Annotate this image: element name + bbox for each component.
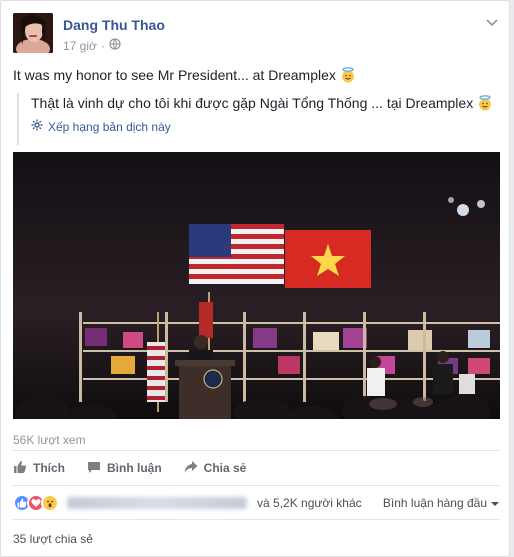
dot-separator: · <box>100 38 105 53</box>
reaction-icons[interactable] <box>13 494 59 512</box>
post-text-content: It was my honor to see Mr President... a… <box>13 67 336 83</box>
share-count-label: 35 lượt chia sẻ <box>13 532 93 546</box>
avatar[interactable] <box>13 13 53 53</box>
post-card: Dang Thu Thao 17 giờ · It was my honor t… <box>0 0 510 557</box>
comment-button[interactable]: Bình luận <box>87 460 162 477</box>
share-button[interactable]: Chia sẻ <box>184 460 247 477</box>
comment-label: Bình luận <box>107 461 162 475</box>
share-count[interactable]: 35 lượt chia sẻ <box>13 519 499 546</box>
post-header: Dang Thu Thao 17 giờ · <box>13 13 499 57</box>
rate-translation-link[interactable]: Xếp hạng bản dịch này <box>31 119 499 134</box>
reactions-row: và 5,2K người khác Bình luận hàng đầu <box>13 488 499 518</box>
author-name[interactable]: Dang Thu Thao <box>63 17 165 33</box>
post-text: It was my honor to see Mr President... a… <box>13 67 356 83</box>
thumbs-up-icon <box>13 460 27 477</box>
halo-smiley-icon <box>340 67 356 83</box>
like-button[interactable]: Thích <box>13 460 65 477</box>
stage-us-flag <box>147 342 165 402</box>
share-label: Chia sẻ <box>203 461 247 475</box>
others-count[interactable]: và 5,2K người khác <box>257 496 362 510</box>
vn-flag-backdrop <box>285 230 371 288</box>
rate-translation-label: Xếp hạng bản dịch này <box>48 119 171 134</box>
post-meta: 17 giờ · <box>63 38 121 53</box>
translation-text: Thật là vinh dự cho tôi khi được gặp Ngà… <box>31 95 499 111</box>
view-count: 56K lượt xem <box>13 433 86 447</box>
blurred-names[interactable] <box>67 497 247 509</box>
wow-reaction-icon <box>41 494 59 512</box>
comment-icon <box>87 460 101 477</box>
video-player[interactable] <box>13 152 500 419</box>
us-flag-backdrop <box>189 224 284 284</box>
top-comments-label: Bình luận hàng đầu <box>382 496 487 510</box>
translation-block: Thật là vinh dự cho tôi khi được gặp Ngà… <box>17 93 499 145</box>
halo-smiley-icon <box>477 95 493 111</box>
podium <box>175 360 235 419</box>
like-label: Thích <box>33 461 65 475</box>
gear-icon <box>31 119 43 134</box>
caret-down-icon <box>491 496 499 510</box>
share-arrow-icon <box>184 460 198 477</box>
action-bar: Thích Bình luận Chia sẻ <box>13 450 499 486</box>
globe-icon[interactable] <box>109 38 121 53</box>
post-timestamp[interactable]: 17 giờ <box>63 39 97 53</box>
chevron-down-icon[interactable] <box>485 15 499 29</box>
top-comments-dropdown[interactable]: Bình luận hàng đầu <box>383 496 499 510</box>
translation-content: Thật là vinh dự cho tôi khi được gặp Ngà… <box>31 95 474 111</box>
